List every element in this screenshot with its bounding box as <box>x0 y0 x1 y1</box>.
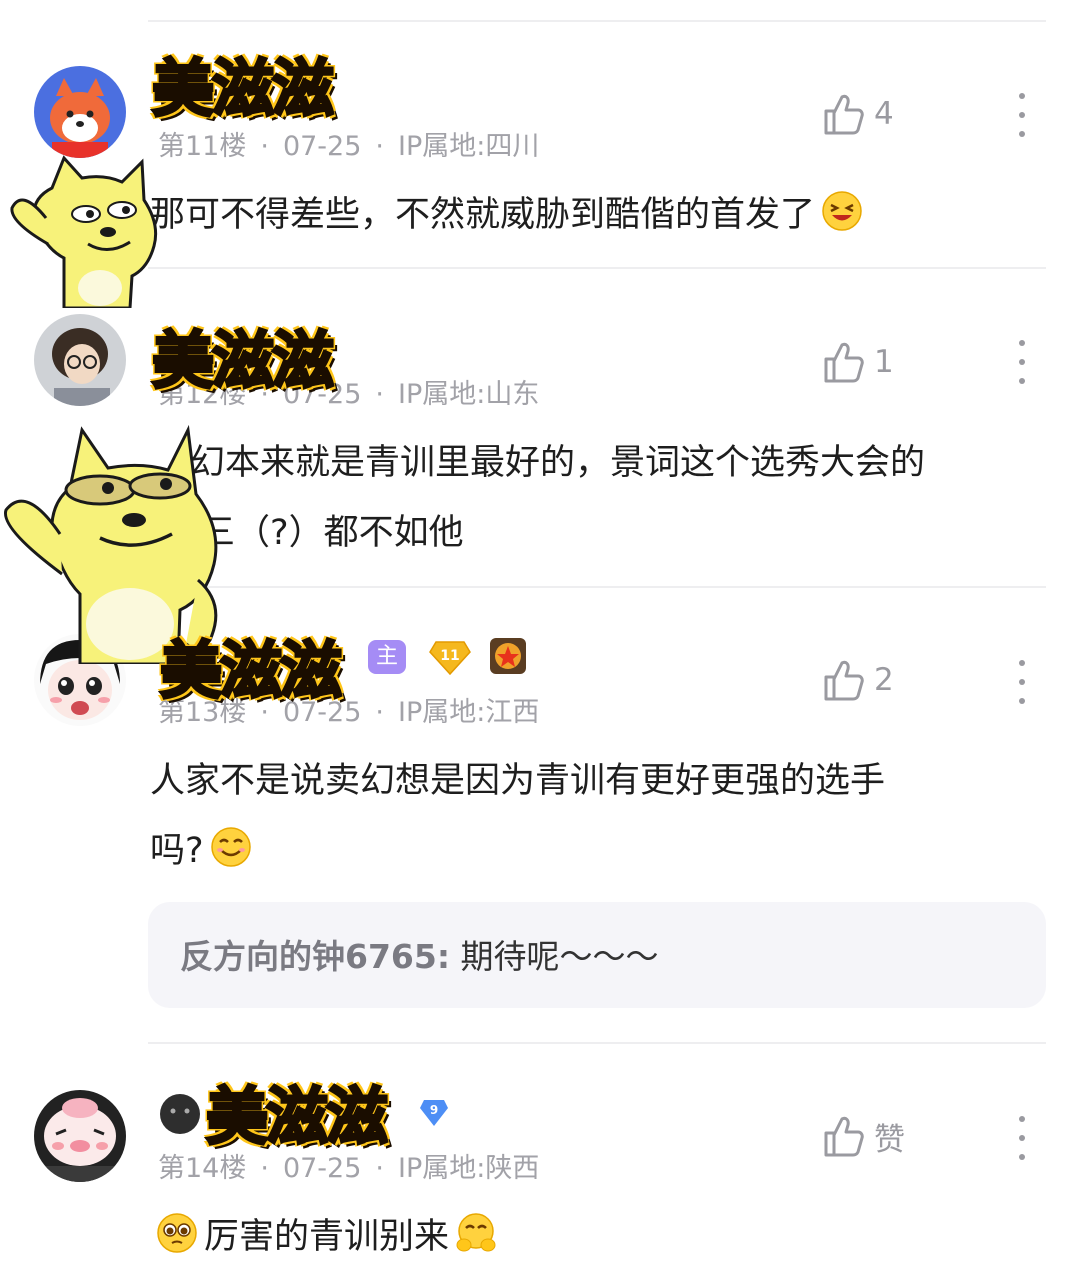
comment-meta: 第11楼 · 07-25 · IP属地:四川 <box>158 131 540 162</box>
dark-emoji-icon <box>160 1094 200 1134</box>
sticker-text: 美滋滋 <box>150 323 335 399</box>
comment-text-content: 厉害的青训别来 <box>204 1217 450 1257</box>
avatar[interactable] <box>34 314 126 406</box>
badge-label: 主 <box>376 644 399 669</box>
sticker-text: 美滋滋 <box>150 51 335 127</box>
meizizi-sticker: 美滋滋 <box>158 620 343 710</box>
thumbs-up-icon <box>824 1116 864 1157</box>
reply-author[interactable]: 反方向的钟6765: <box>180 937 450 976</box>
comment-text-line: 吗? <box>150 816 1030 886</box>
fox-avatar-icon <box>34 66 126 158</box>
level-badge-icon: 11 <box>429 641 471 676</box>
sticker-text: 美滋滋 <box>204 1079 389 1155</box>
more-options-button[interactable] <box>1010 93 1034 137</box>
more-options-button[interactable] <box>1010 340 1034 384</box>
like-button[interactable]: 1 <box>822 338 894 386</box>
smile-emoji-icon <box>210 827 251 867</box>
pleading-emoji-icon <box>157 1213 197 1253</box>
laughing-emoji-icon <box>822 191 862 231</box>
sticker-text: 美滋滋 <box>158 633 343 709</box>
meizizi-sticker: 美滋滋 <box>204 1066 389 1156</box>
level-number: 9 <box>430 1103 438 1117</box>
comment-text-content: 吗? <box>150 831 204 871</box>
comment-text: 那可不得差些，不然就威胁到酷偕的首发了 <box>150 180 1030 250</box>
like-button[interactable]: 4 <box>822 90 894 138</box>
floor-number: 第11楼 <box>158 131 247 162</box>
avatar[interactable] <box>34 66 126 158</box>
divider <box>148 586 1046 588</box>
level-badge-icon: 9 <box>420 1100 448 1126</box>
photo-avatar-icon <box>34 314 126 406</box>
meizizi-sticker: 美滋滋 <box>150 38 335 128</box>
thumbs-up-icon <box>824 342 864 383</box>
like-button[interactable]: 2 <box>822 656 894 704</box>
comment-date: 07-25 <box>282 1153 362 1184</box>
more-options-button[interactable] <box>1010 1116 1034 1160</box>
thumbs-up-icon <box>824 660 864 701</box>
doge-sticker <box>10 155 158 308</box>
like-button[interactable]: 赞 <box>822 1112 905 1160</box>
ip-location: IP属地:山东 <box>398 379 540 410</box>
reply-preview[interactable]: 反方向的钟6765: 期待呢～～～ <box>148 902 1046 1008</box>
divider <box>148 20 1046 22</box>
level-number: 11 <box>440 648 459 664</box>
comment-text: 厉害的青训别来 <box>156 1202 1036 1272</box>
like-count: 4 <box>874 96 894 132</box>
comment-text-line: 人家不是说卖幻想是因为青训有更好更强的选手 <box>150 761 886 801</box>
comment-text-line: 幻本来就是青训里最好的，景词这个选秀大会的 <box>190 443 926 483</box>
cartoon-pig-avatar-icon <box>34 1090 126 1182</box>
comment-text: 人家不是说卖幻想是因为青训有更好更强的选手 吗? <box>150 746 1030 886</box>
medal-badge-icon <box>490 638 526 674</box>
comment-text-content: 那可不得差些，不然就威胁到酷偕的首发了 <box>150 195 816 235</box>
hug-emoji-icon <box>456 1213 496 1252</box>
like-count: 2 <box>874 662 894 698</box>
like-count: 1 <box>874 344 894 380</box>
meizizi-sticker: 美滋滋 <box>150 310 335 400</box>
like-label: 赞 <box>874 1121 905 1158</box>
floor-number: 第14楼 <box>158 1153 247 1184</box>
ip-location: IP属地:四川 <box>398 131 540 162</box>
up-badge: 主 <box>368 640 407 674</box>
comment-date: 07-25 <box>282 131 362 162</box>
more-options-button[interactable] <box>1010 660 1034 704</box>
avatar[interactable] <box>34 1090 126 1182</box>
divider <box>148 1042 1046 1044</box>
divider <box>148 267 1046 269</box>
reply-text: 反方向的钟6765: 期待呢～～～ <box>180 930 659 978</box>
ip-location: IP属地:江西 <box>398 697 540 728</box>
reply-content: 期待呢～～～ <box>450 937 659 976</box>
thumbs-up-icon <box>824 94 864 135</box>
comment-text: 幻本来就是青训里最好的，景词这个选秀大会的 三（?）都不如他 <box>150 428 1030 568</box>
ip-location: IP属地:陕西 <box>398 1153 540 1184</box>
comment-text-line: 三（?）都不如他 <box>200 513 464 553</box>
